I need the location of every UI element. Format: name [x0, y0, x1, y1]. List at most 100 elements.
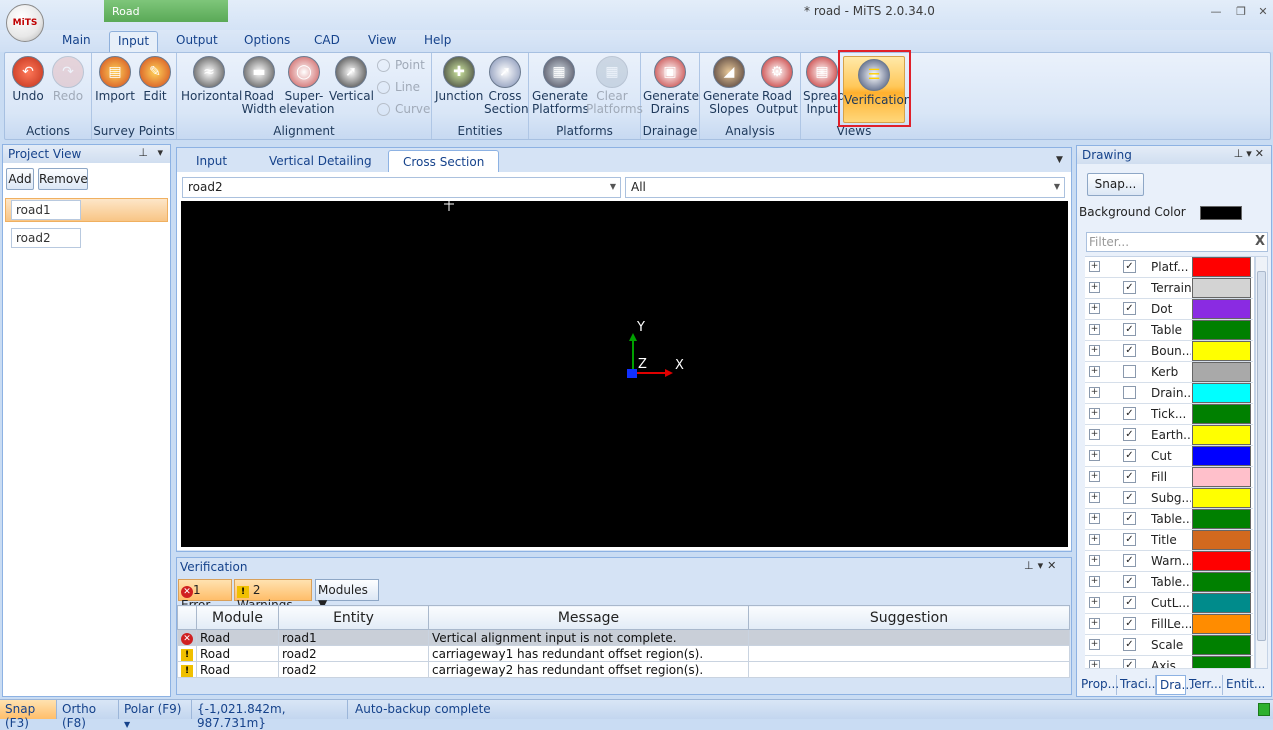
- layer-color-swatch[interactable]: [1192, 635, 1251, 655]
- layer-color-swatch[interactable]: [1192, 362, 1251, 382]
- layer-visibility-checkbox[interactable]: [1123, 365, 1136, 378]
- road-width-button[interactable]: ▬ Road Width: [239, 56, 279, 116]
- layer-color-swatch[interactable]: [1192, 488, 1251, 508]
- expand-icon[interactable]: +: [1089, 576, 1100, 587]
- expand-icon[interactable]: +: [1089, 555, 1100, 566]
- layer-visibility-checkbox[interactable]: ✓: [1123, 260, 1136, 273]
- point-button[interactable]: Point: [377, 58, 425, 72]
- app-logo-button[interactable]: MiTS: [6, 4, 44, 42]
- ortho-toggle[interactable]: Ortho (F8): [57, 700, 119, 730]
- doc-tab-cross-section[interactable]: Cross Section: [388, 150, 500, 172]
- layer-list-scrollbar[interactable]: [1255, 256, 1268, 669]
- layer-row[interactable]: + ✓ Cut: [1085, 446, 1253, 467]
- layer-visibility-checkbox[interactable]: ✓: [1123, 575, 1136, 588]
- tab-drawing[interactable]: Dra...: [1156, 675, 1193, 695]
- errors-filter-button[interactable]: ✕1 Error: [178, 579, 232, 612]
- layer-color-swatch[interactable]: [1192, 572, 1251, 592]
- doc-tabs-dropdown-icon[interactable]: ▼: [1056, 155, 1063, 165]
- tab-output[interactable]: Output: [168, 31, 226, 52]
- tab-properties[interactable]: Prop...: [1078, 675, 1119, 695]
- expand-icon[interactable]: +: [1089, 639, 1100, 650]
- generate-drains-button[interactable]: ▣ Generate Drains: [643, 56, 699, 116]
- layer-row[interactable]: + ✓ Fill: [1085, 467, 1253, 488]
- panel-controls-icon[interactable]: ⊥▾✕: [1234, 147, 1267, 160]
- doc-tab-vertical-detailing[interactable]: Vertical Detailing: [255, 150, 386, 172]
- layer-row[interactable]: + ✓ Boun...: [1085, 341, 1253, 362]
- tab-view[interactable]: View: [360, 31, 404, 52]
- tab-terrain[interactable]: Terr...: [1186, 675, 1223, 695]
- layer-visibility-checkbox[interactable]: ✓: [1123, 323, 1136, 336]
- snap-toggle[interactable]: Snap (F3): [0, 700, 57, 730]
- layer-visibility-checkbox[interactable]: ✓: [1123, 302, 1136, 315]
- layer-row[interactable]: + Drain...: [1085, 383, 1253, 404]
- generate-slopes-button[interactable]: ◢ Generate Slopes: [703, 56, 759, 116]
- layer-row[interactable]: + ✓ Subg...: [1085, 488, 1253, 509]
- layer-row[interactable]: + ✓ Axis: [1085, 656, 1253, 669]
- tab-cad[interactable]: CAD: [306, 31, 348, 52]
- layer-visibility-checkbox[interactable]: ✓: [1123, 512, 1136, 525]
- col-entity[interactable]: Entity: [278, 605, 429, 630]
- expand-icon[interactable]: +: [1089, 534, 1100, 545]
- close-icon[interactable]: ✕: [1252, 5, 1273, 21]
- expand-icon[interactable]: +: [1089, 618, 1100, 629]
- layer-row[interactable]: + ✓ Scale: [1085, 635, 1253, 656]
- expand-icon[interactable]: +: [1089, 429, 1100, 440]
- layer-color-swatch[interactable]: [1192, 320, 1251, 340]
- table-row[interactable]: ! Road road2 carriageway2 has redundant …: [177, 661, 1070, 678]
- layer-visibility-checkbox[interactable]: ✓: [1123, 659, 1136, 668]
- remove-button[interactable]: Remove: [38, 168, 88, 190]
- expand-icon[interactable]: +: [1089, 513, 1100, 524]
- panel-controls-icon[interactable]: ⊥▾✕: [1024, 559, 1060, 572]
- restore-icon[interactable]: ❐: [1230, 5, 1252, 21]
- layer-color-swatch[interactable]: [1192, 593, 1251, 613]
- modules-dropdown[interactable]: Modules ▼: [315, 579, 379, 611]
- layer-visibility-checkbox[interactable]: ✓: [1123, 449, 1136, 462]
- expand-icon[interactable]: +: [1089, 387, 1100, 398]
- clear-filter-icon[interactable]: X: [1255, 234, 1265, 249]
- expand-icon[interactable]: +: [1089, 261, 1100, 272]
- layer-filter-input[interactable]: Filter... X: [1086, 232, 1268, 252]
- curve-button[interactable]: Curve: [377, 102, 430, 116]
- tab-main[interactable]: Main: [54, 31, 99, 52]
- undo-button[interactable]: ↶ Undo: [9, 56, 47, 103]
- layer-color-swatch[interactable]: [1192, 425, 1251, 445]
- tab-options[interactable]: Options: [236, 31, 298, 52]
- layer-row[interactable]: + Kerb: [1085, 362, 1253, 383]
- expand-icon[interactable]: +: [1089, 492, 1100, 503]
- layer-color-swatch[interactable]: [1192, 257, 1251, 277]
- tab-input[interactable]: Input: [109, 31, 159, 52]
- layer-visibility-checkbox[interactable]: ✓: [1123, 407, 1136, 420]
- layer-row[interactable]: + ✓ Terrain: [1085, 278, 1253, 299]
- layer-visibility-checkbox[interactable]: ✓: [1123, 554, 1136, 567]
- edit-button[interactable]: ✎ Edit: [137, 56, 173, 103]
- table-row[interactable]: ! Road road2 carriageway1 has redundant …: [177, 645, 1070, 662]
- expand-icon[interactable]: +: [1089, 450, 1100, 461]
- minimize-icon[interactable]: —: [1205, 5, 1227, 21]
- layer-color-swatch[interactable]: [1192, 383, 1251, 403]
- project-item-road2[interactable]: road2: [11, 228, 81, 248]
- layer-color-swatch[interactable]: [1192, 278, 1251, 298]
- layer-row[interactable]: + ✓ Dot: [1085, 299, 1253, 320]
- layer-row[interactable]: + ✓ Tick...: [1085, 404, 1253, 425]
- layer-visibility-checkbox[interactable]: ✓: [1123, 344, 1136, 357]
- expand-icon[interactable]: +: [1089, 597, 1100, 608]
- expand-icon[interactable]: +: [1089, 471, 1100, 482]
- expand-icon[interactable]: +: [1089, 366, 1100, 377]
- col-suggestion[interactable]: Suggestion: [748, 605, 1070, 630]
- clear-platforms-button[interactable]: ▦ Clear Platforms: [586, 56, 643, 116]
- layer-color-swatch[interactable]: [1192, 404, 1251, 424]
- background-color-swatch[interactable]: [1200, 206, 1242, 220]
- col-module[interactable]: Module: [196, 605, 279, 630]
- road-select[interactable]: road2 ▼: [182, 177, 621, 198]
- add-button[interactable]: Add: [6, 168, 34, 190]
- generate-platforms-button[interactable]: ▦ Generate Platforms: [532, 56, 589, 116]
- superelevation-button[interactable]: ◯ Super-elevation: [279, 56, 335, 116]
- redo-button[interactable]: ↷ Redo: [49, 56, 87, 103]
- layer-row[interactable]: + ✓ Title: [1085, 530, 1253, 551]
- expand-icon[interactable]: +: [1089, 660, 1100, 668]
- layer-row[interactable]: + ✓ FillLe...: [1085, 614, 1253, 635]
- layer-row[interactable]: + ✓ Platf...: [1085, 257, 1253, 278]
- layer-visibility-checkbox[interactable]: ✓: [1123, 491, 1136, 504]
- cross-section-button[interactable]: ➚ Cross Section: [484, 56, 529, 116]
- horizontal-button[interactable]: ≈ Horizontal: [181, 56, 242, 103]
